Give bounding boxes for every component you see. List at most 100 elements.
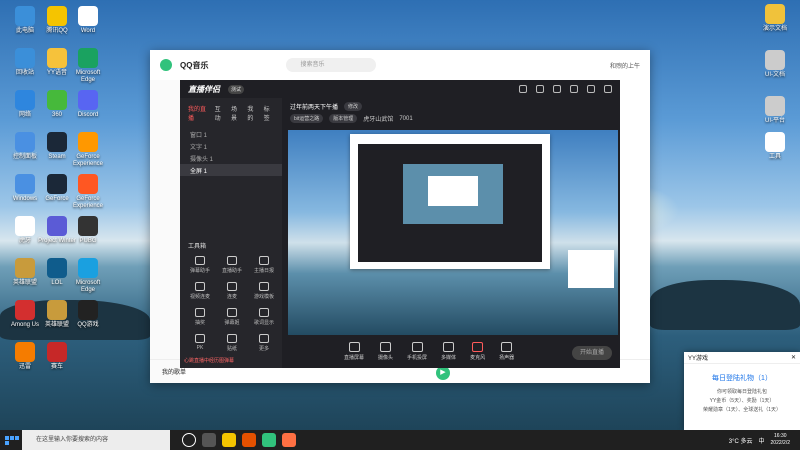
task-view-icon[interactable] [202,433,216,447]
scene-item[interactable]: 文字 1 [180,140,282,152]
lock-icon[interactable] [553,85,561,93]
info-pill[interactable]: 版本管理 [329,114,358,123]
qq-music-playlist-label[interactable]: 我的歌单 [162,367,186,376]
gift-icon[interactable] [519,85,527,93]
desktop-icon[interactable]: GeForce Experience [68,132,108,168]
info-pill[interactable]: bit运营之路 [290,114,324,123]
cortana-icon[interactable] [182,433,196,447]
tab-interact[interactable]: 互动 [215,104,225,122]
app-icon [15,174,35,194]
desktop-icon[interactable]: QQ游戏 [68,300,108,329]
taskbar-app-icon[interactable] [222,433,236,447]
start-live-button[interactable]: 开始直播 [572,346,612,360]
mail-icon[interactable] [570,85,578,93]
yy-popup-text: YY金币（5天）、奖励（1天） [709,398,775,404]
toolbox-item[interactable]: 连麦 [216,282,248,300]
taskbar-app-icon[interactable] [282,433,296,447]
control-label: 麦克风 [470,355,486,361]
desktop-icon[interactable]: GeForce Experience [68,174,108,210]
desktop-icon[interactable]: PUBG [68,216,108,245]
yy-popup-title[interactable]: 每日登陆礼物（1） [684,373,800,383]
toolbox-item[interactable]: 游戏模板 [248,282,280,300]
microphone-icon [472,342,484,352]
app-icon [47,132,67,152]
edit-title-button[interactable]: 修改 [344,102,363,111]
control-label: 手机投屏 [407,355,428,361]
app-icon [47,90,67,110]
toolbox-item[interactable]: 更多 [248,334,280,352]
nested-preview-deep [403,164,503,224]
desktop-icon[interactable]: 赛车 [37,342,77,371]
desktop-icon[interactable]: Discord [68,90,108,119]
windows-start-icon[interactable] [0,435,20,445]
desktop-icon[interactable]: 演示文档 [755,4,795,33]
toolbox-item[interactable]: 直播助手 [216,256,248,274]
desktop-icon-label: Discord [77,112,99,118]
scene-label: 摄像头 1 [190,156,214,163]
ime-indicator[interactable]: 中 [759,436,765,445]
tab-my-live[interactable]: 我的直播 [188,104,209,122]
control-label: 直播屏幕 [344,355,365,361]
tab-mine[interactable]: 我的 [247,104,257,122]
desktop-icon[interactable]: UI-文档 [755,50,795,79]
tab-scene[interactable]: 场景 [231,104,241,122]
share-icon[interactable] [604,85,612,93]
play-icon[interactable]: ▶ [436,366,450,380]
desktop-icon-label: Microsoft Edge [75,280,101,293]
control-label: 摄像头 [378,355,394,361]
clock[interactable]: 16:30 2022/2/2 [771,433,790,447]
camera-button[interactable]: 摄像头 [378,342,393,361]
media-button[interactable]: 多媒体 [441,342,456,361]
qq-music-search-input[interactable]: 搜索音乐 [286,58,377,72]
phone-icon [411,342,423,352]
screen-capture-button[interactable]: 直播屏幕 [344,342,364,361]
app-icon [78,216,98,236]
app-icon [15,6,35,26]
toolbox-item[interactable]: 贴纸 [216,334,248,352]
toolbox-item[interactable]: 抽奖 [184,308,216,326]
monitor-icon [348,342,360,352]
desktop-icon[interactable]: Word [68,6,108,35]
tool-icon [227,334,237,343]
live-footer-notice: 心跳直播中经历图弹幕 [184,358,235,364]
close-icon[interactable]: ✕ [791,354,796,361]
microphone-button[interactable]: 麦克风 [470,342,485,361]
toolbox-item[interactable]: 弹幕助手 [184,256,216,274]
taskbar-app-icon[interactable] [262,433,276,447]
desktop-icon[interactable]: Microsoft Edge [68,258,108,294]
scene-item-selected[interactable]: 全屏 1 [180,164,282,176]
yy-notification-popup[interactable]: YY游戏 ✕ 每日登陆礼物（1） 你可领取每日登陆礼包 YY金币（5天）、奖励（… [684,352,800,430]
toolbox-item[interactable]: PK [184,334,216,352]
weather-label[interactable]: 3°C 多云 [729,436,753,445]
toolbox-item[interactable]: 主播日报 [248,256,280,274]
speaker-button[interactable]: 扬声器 [499,342,514,361]
app-icon [47,342,67,362]
toolbox-item[interactable]: 弹幕姬 [216,308,248,326]
taskbar-search-input[interactable]: 在这里输入你要搜索的内容 [22,430,170,450]
live-controls: 直播屏幕 摄像头 手机投屏 多媒体 麦克风 扬声器 [284,335,620,368]
camera-icon [380,342,392,352]
desktop-icon[interactable]: 工具 [755,132,795,161]
desktop-icon[interactable]: Microsoft Edge [68,48,108,84]
live-companion-window[interactable]: 直播伴侣 测试 我的直播 互动 场景 我的 标签 窗口 1 文字 1 摄像头 1… [180,80,620,368]
app-icon [15,342,35,362]
stream-preview[interactable] [288,130,618,335]
live-tabs: 我的直播 互动 场景 我的 标签 [180,98,282,128]
bag-icon[interactable] [536,85,544,93]
desktop-icon-label: UI-平台 [765,118,785,124]
toolbox-item[interactable]: 歌词显示 [248,308,280,326]
tool-icon [259,308,269,317]
bell-icon[interactable] [587,85,595,93]
scene-item[interactable]: 摄像头 1 [180,152,282,164]
app-icon [15,132,35,152]
qq-music-user-name[interactable]: 和煦的上午 [610,61,640,70]
live-left-panel: 我的直播 互动 场景 我的 标签 窗口 1 文字 1 摄像头 1 全屏 1 工具… [180,98,282,368]
toolbox-item[interactable]: 视频连麦 [184,282,216,300]
nested-preview-deepest [428,176,478,206]
yy-popup-text: 你可领取每日登陆礼包 [716,389,767,395]
scene-item[interactable]: 窗口 1 [180,128,282,140]
phone-cast-button[interactable]: 手机投屏 [407,342,427,361]
desktop-icon[interactable]: UI-平台 [755,96,795,125]
taskbar-app-icon[interactable] [242,433,256,447]
tab-tags[interactable]: 标签 [264,104,274,122]
